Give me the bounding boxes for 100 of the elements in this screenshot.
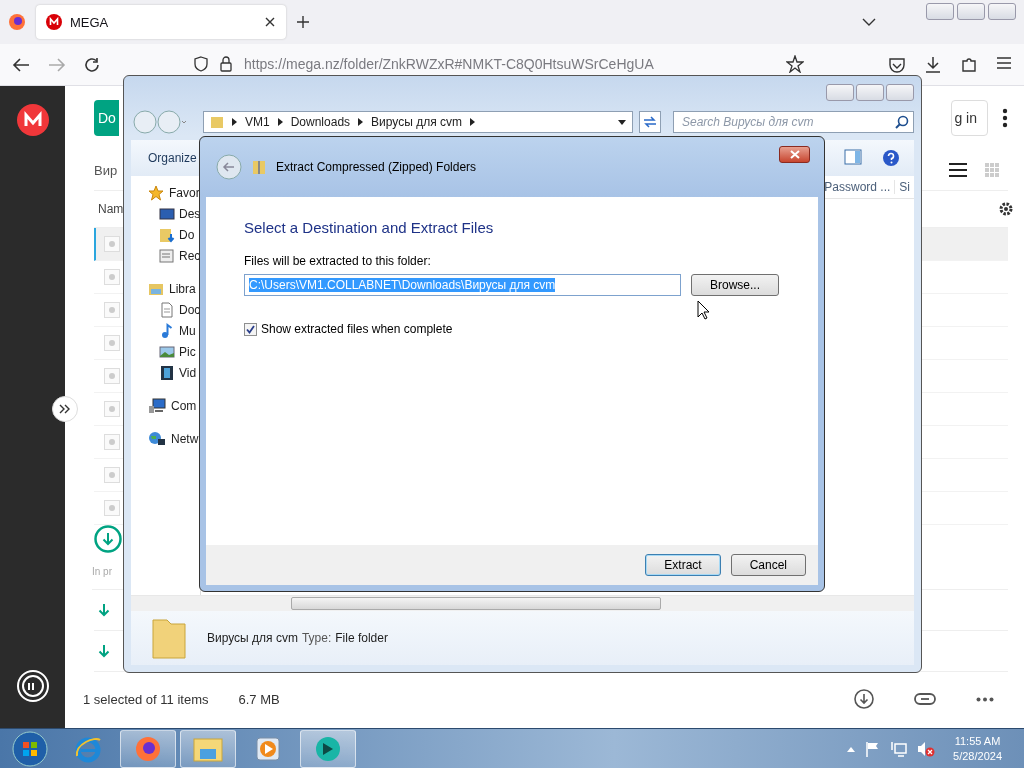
puzzle-extension-icon[interactable]	[960, 55, 978, 74]
document-icon	[159, 301, 175, 318]
new-tab-icon[interactable]	[296, 15, 310, 29]
path-label: Files will be extracted to this folder:	[244, 254, 432, 268]
nav-item[interactable]: Rec	[131, 245, 200, 266]
kebab-menu-icon[interactable]	[1002, 108, 1008, 128]
login-button[interactable]: g in	[951, 100, 988, 136]
recent-places-icon	[159, 247, 175, 264]
dropdown-arrow-icon[interactable]	[618, 119, 627, 125]
nav-item[interactable]: Vid	[131, 362, 200, 383]
link-icon[interactable]	[914, 692, 936, 706]
music-note-icon	[159, 322, 175, 339]
download-circle-icon[interactable]	[854, 689, 874, 709]
reload-icon[interactable]	[84, 56, 100, 73]
nav-item[interactable]: Mu	[131, 320, 200, 341]
folder-icon	[192, 735, 224, 763]
close-icon[interactable]	[264, 16, 276, 28]
nav-item[interactable]: Com	[131, 395, 200, 416]
check-icon	[246, 324, 255, 334]
back-arrow-icon[interactable]	[12, 56, 30, 73]
checkbox[interactable]	[244, 322, 257, 336]
refresh-button[interactable]	[639, 111, 661, 133]
nav-item[interactable]: Doc	[131, 299, 200, 320]
shield-icon	[194, 55, 208, 72]
settings-icon[interactable]	[998, 201, 1014, 217]
triangle-right-icon	[358, 118, 364, 126]
selection-count: 1 selected of 11 items	[83, 691, 209, 707]
download-circle-icon[interactable]	[94, 525, 122, 553]
nav-item[interactable]: Des	[131, 203, 200, 224]
desktop-icon	[159, 205, 175, 222]
breadcrumb-item[interactable]: VM1	[245, 115, 270, 129]
minimize-button[interactable]	[926, 3, 954, 20]
in-progress-label: In pr	[92, 565, 112, 577]
expand-sidebar-button[interactable]	[52, 396, 78, 422]
dialog-button[interactable]: Cancel	[730, 554, 806, 576]
taskbar-app[interactable]	[300, 730, 356, 768]
search-icon	[895, 115, 909, 129]
taskbar-app[interactable]	[120, 730, 176, 768]
star-outline-icon[interactable]	[786, 54, 804, 73]
computer-icon	[148, 397, 166, 414]
app-logo-icon	[313, 734, 343, 764]
speaker-muted-icon[interactable]	[917, 741, 936, 757]
help-icon[interactable]	[882, 149, 900, 167]
download-icon[interactable]	[924, 55, 942, 74]
restore-button[interactable]	[957, 3, 985, 20]
m-logo-icon[interactable]	[16, 104, 49, 136]
double-chevron-icon	[59, 404, 71, 414]
close-button[interactable]	[779, 146, 810, 163]
url-text: https://mega.nz/folder/ZnkRWZxR#NMKT-C8Q0HtsuWSrCeHgUA	[244, 55, 654, 72]
item-name: Вирусы для cvm	[207, 631, 298, 645]
checkbox-label[interactable]: Show extracted files when complete	[261, 322, 453, 336]
column-header[interactable]: Nam	[98, 202, 124, 216]
star-icon	[148, 184, 164, 201]
transfer-rings-icon[interactable]	[16, 670, 49, 702]
film-icon	[159, 364, 175, 381]
picture-icon	[159, 343, 175, 360]
globe-network-icon	[148, 430, 166, 447]
zip-folder-icon	[252, 159, 266, 175]
dialog-heading: Select a Destination and Extract Files	[244, 219, 495, 236]
type-value: File folder	[335, 631, 388, 645]
minimize-button[interactable]	[826, 83, 854, 101]
downloads-folder-icon	[159, 226, 175, 243]
maximize-button[interactable]	[856, 83, 884, 101]
more-dots-icon[interactable]	[976, 696, 994, 702]
close-icon	[789, 150, 800, 159]
nav-item[interactable]: Pic	[131, 341, 200, 362]
windows-orb-icon	[12, 731, 48, 767]
nav-item[interactable]: Do	[131, 224, 200, 245]
list-view-icon[interactable]	[948, 162, 968, 178]
chevron-down-icon[interactable]	[862, 17, 876, 27]
pocket-icon[interactable]	[888, 55, 906, 74]
dialog-button[interactable]: Extract	[645, 554, 721, 576]
nav-item[interactable]: Libra	[131, 278, 200, 299]
triangle-right-icon	[277, 118, 283, 126]
browse-button[interactable]: Browse...	[691, 274, 779, 296]
m-logo-icon	[46, 14, 62, 30]
dialog-title: Extract Compressed (Zipped) Folders	[276, 160, 477, 174]
folder-icon	[151, 616, 187, 660]
address-breadcrumb[interactable]: VM1 Downloads Вирусы для cvm	[203, 111, 634, 133]
nav-item[interactable]: Netw	[131, 428, 200, 449]
folder-icon	[210, 115, 224, 129]
triangle-right-icon	[469, 118, 475, 126]
fox-browser-icon	[133, 734, 163, 764]
fox-browser-icon[interactable]	[8, 13, 26, 31]
breadcrumb-item[interactable]: Downloads	[290, 115, 351, 129]
column-header[interactable]: Si	[894, 180, 914, 194]
down-arrow-icon	[98, 603, 110, 617]
breadcrumb-item[interactable]: Вирусы для cvm	[371, 115, 462, 129]
lock-icon	[220, 55, 232, 72]
tray-up-arrow-icon[interactable]	[847, 746, 856, 752]
refresh-arrows-icon	[643, 116, 658, 128]
horizontal-scrollbar[interactable]	[131, 595, 914, 611]
search-field[interactable]: Search Вирусы для cvm	[673, 111, 914, 133]
mouse-pointer-icon	[697, 300, 710, 320]
menu-icon[interactable]	[996, 55, 1012, 70]
organize-menu[interactable]: Organize	[148, 151, 197, 165]
nav-item[interactable]: Favor	[131, 182, 200, 203]
type-label: Type:	[301, 631, 332, 645]
media-player-icon	[254, 735, 282, 763]
browser-tab[interactable]: MEGA	[36, 5, 286, 39]
